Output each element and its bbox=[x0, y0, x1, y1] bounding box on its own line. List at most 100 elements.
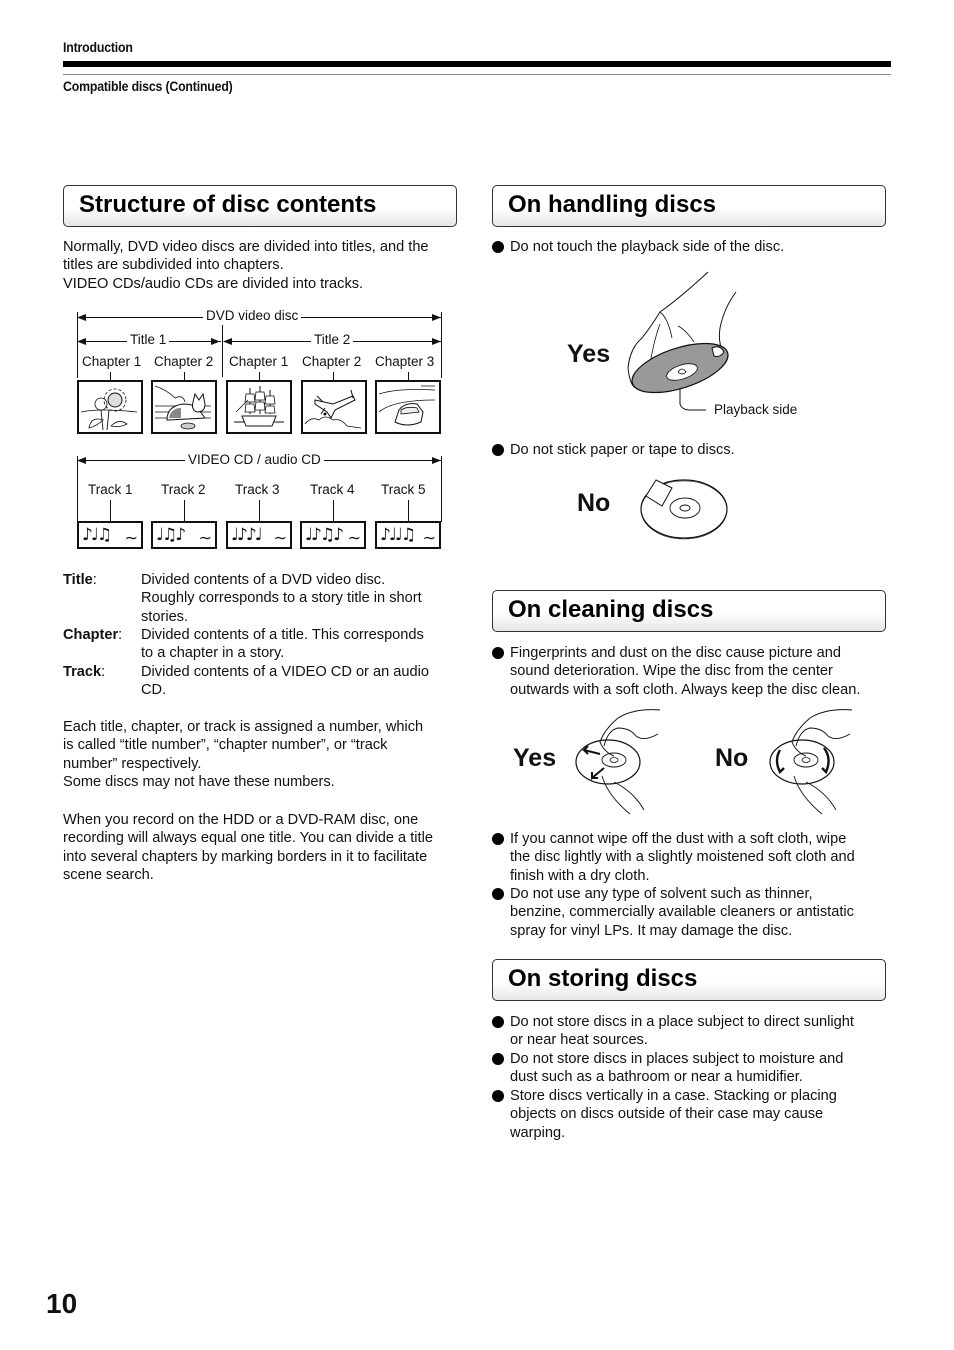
definition-text: Divided contents of a title. This corres… bbox=[141, 627, 424, 662]
definition-term: Title: bbox=[63, 572, 97, 588]
track-box: ♩♫♪ ∼ bbox=[151, 521, 217, 549]
music-notes-icon: ♩♫♪ bbox=[156, 525, 186, 545]
no-label: No bbox=[715, 744, 749, 772]
cd-right-bound bbox=[441, 456, 442, 522]
cd-label: VIDEO CD / audio CD bbox=[185, 452, 324, 467]
wave-icon: ∼ bbox=[198, 528, 212, 547]
track-box: ♩♪♫♪ ∼ bbox=[300, 521, 366, 549]
track-label: Track 3 bbox=[232, 482, 283, 497]
bullet-icon bbox=[492, 444, 504, 456]
sailing-ship-picture bbox=[226, 380, 292, 434]
chapter-tick bbox=[408, 372, 409, 380]
chapter-tick bbox=[184, 372, 185, 380]
storing-bullet: Store discs vertically in a case. Stacki… bbox=[492, 1087, 892, 1142]
cleaning-bullet: Do not use any type of solvent such as t… bbox=[492, 885, 892, 940]
numbering-paragraph: Each title, chapter, or track is assigne… bbox=[63, 719, 424, 791]
bullet-icon bbox=[492, 647, 504, 659]
arrowhead-left-icon bbox=[77, 457, 86, 464]
handling-bullet: Do not stick paper or tape to discs. bbox=[492, 441, 892, 459]
track-label: Track 5 bbox=[378, 482, 429, 497]
storing-bullet: Do not store discs in places subject to … bbox=[492, 1050, 892, 1087]
music-notes-icon: ♪♩♫ bbox=[82, 525, 112, 545]
track-box: ♩♪♪♩ ∼ bbox=[226, 521, 292, 549]
bullet-icon bbox=[492, 1090, 504, 1102]
no-label: No bbox=[577, 489, 611, 517]
arrowhead-left-icon bbox=[223, 338, 232, 345]
bullet-icon bbox=[492, 833, 504, 845]
hand-holding-disc-icon bbox=[627, 271, 737, 411]
chapter-label: Chapter 1 bbox=[226, 354, 292, 369]
music-notes-icon: ♪♩♩♫ bbox=[380, 525, 416, 545]
storing-heading: On storing discs bbox=[508, 965, 698, 992]
arrowhead-left-icon bbox=[77, 338, 86, 345]
chapter-label: Chapter 3 bbox=[372, 354, 438, 369]
wave-icon: ∼ bbox=[422, 528, 436, 547]
page-number: 10 bbox=[46, 1288, 78, 1319]
disc-with-tape-icon bbox=[640, 479, 728, 540]
header-rule-thick bbox=[63, 61, 891, 67]
definition-text: Divided contents of a VIDEO CD or an aud… bbox=[141, 664, 429, 699]
bullet-icon bbox=[492, 1016, 504, 1028]
track-label: Track 2 bbox=[158, 482, 209, 497]
yes-label: Yes bbox=[567, 340, 611, 368]
intro-line: VIDEO CDs/audio CDs are divided into tra… bbox=[63, 275, 364, 292]
cd-left-bound bbox=[77, 456, 78, 522]
yes-label: Yes bbox=[513, 744, 557, 772]
wipe-outward-disc-icon bbox=[575, 709, 661, 815]
title2-label: Title 2 bbox=[311, 332, 354, 347]
cleaning-bullet: Fingerprints and dust on the disc cause … bbox=[492, 644, 892, 699]
track-box: ♪♩♫ ∼ bbox=[77, 521, 143, 549]
track-tick bbox=[110, 500, 111, 521]
car-icon bbox=[378, 385, 436, 426]
chapter-label: Chapter 1 bbox=[79, 354, 145, 369]
definition-term: Chapter: bbox=[63, 627, 123, 643]
cleaning-heading: On cleaning discs bbox=[508, 596, 714, 623]
recording-paragraph: When you record on the HDD or a DVD-RAM … bbox=[63, 812, 433, 884]
track-tick bbox=[184, 500, 185, 521]
track-tick bbox=[333, 500, 334, 521]
track-tick bbox=[259, 500, 260, 521]
storing-bullet: Do not store discs in a place subject to… bbox=[492, 1013, 892, 1050]
intro-line: titles are subdivided into chapters. bbox=[63, 257, 284, 274]
wave-icon: ∼ bbox=[124, 528, 138, 547]
arrowhead-right-icon bbox=[211, 338, 220, 345]
structure-heading-box: Structure of disc contents bbox=[63, 185, 457, 227]
bullet-icon bbox=[492, 888, 504, 900]
bullet-icon bbox=[492, 241, 504, 253]
arrowhead-right-icon bbox=[432, 338, 441, 345]
chapter-label: Chapter 2 bbox=[151, 354, 217, 369]
handling-bullet: Do not touch the playback side of the di… bbox=[492, 238, 892, 256]
chapter-tick bbox=[333, 372, 334, 380]
cleaning-bullet: If you cannot wipe off the dust with a s… bbox=[492, 830, 892, 885]
subsection-header: Compatible discs (Continued) bbox=[63, 78, 233, 94]
title-divider bbox=[222, 325, 223, 377]
wave-icon: ∼ bbox=[273, 528, 287, 547]
structure-heading: Structure of disc contents bbox=[79, 191, 377, 218]
ship-icon bbox=[234, 386, 284, 427]
wave-icon: ∼ bbox=[347, 528, 361, 547]
chapter-label: Chapter 2 bbox=[299, 354, 365, 369]
definition-text: Divided contents of a DVD video disc. Ro… bbox=[141, 572, 422, 625]
structure-intro: Normally, DVD video discs are divided in… bbox=[63, 238, 463, 293]
playback-side-label: Playback side bbox=[714, 402, 798, 417]
arrowhead-left-icon bbox=[77, 314, 86, 321]
music-notes-icon: ♩♪♫♪ bbox=[305, 525, 344, 545]
track-label: Track 1 bbox=[85, 482, 136, 497]
airplane-icon bbox=[304, 389, 362, 429]
bullet-icon bbox=[492, 1053, 504, 1065]
track-box: ♪♩♩♫ ∼ bbox=[375, 521, 441, 549]
airplane-picture bbox=[301, 380, 367, 434]
header-rule-thin bbox=[63, 74, 891, 75]
arrowhead-right-icon bbox=[432, 457, 441, 464]
chapter-tick bbox=[259, 372, 260, 380]
sunflower-icon bbox=[80, 388, 138, 431]
wipe-circular-disc-icon bbox=[769, 709, 853, 815]
definition-term: Track: bbox=[63, 664, 106, 680]
music-notes-icon: ♩♪♪♩ bbox=[231, 525, 263, 545]
cat-picture bbox=[151, 380, 217, 434]
cleaning-heading-box: On cleaning discs bbox=[492, 590, 886, 632]
track-label: Track 4 bbox=[307, 482, 358, 497]
handling-heading-box: On handling discs bbox=[492, 185, 886, 227]
arrowhead-right-icon bbox=[432, 314, 441, 321]
dvd-disc-label: DVD video disc bbox=[203, 308, 302, 323]
